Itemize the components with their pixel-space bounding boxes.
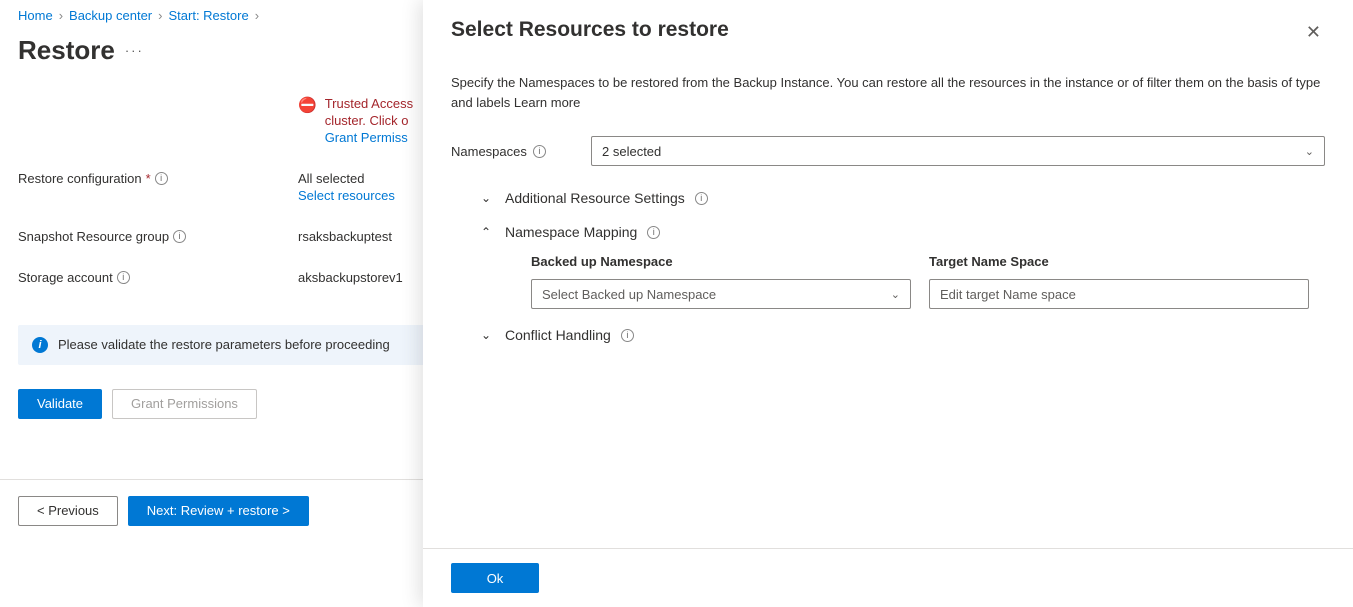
conflict-handling-label: Conflict Handling xyxy=(505,327,611,343)
backed-up-namespace-header: Backed up Namespace xyxy=(531,254,911,269)
snapshot-resource-group-value: rsaksbackuptest xyxy=(298,229,392,244)
namespaces-label: Namespaces xyxy=(451,144,527,159)
previous-button[interactable]: < Previous xyxy=(18,496,118,526)
storage-account-label: Storage account xyxy=(18,270,113,285)
error-text-1: Trusted Access xyxy=(325,96,413,111)
panel-description: Specify the Namespaces to be restored fr… xyxy=(451,73,1325,112)
conflict-handling-section[interactable]: ⌄ Conflict Handling i xyxy=(481,327,1325,343)
target-namespace-input[interactable] xyxy=(929,279,1309,309)
select-resources-panel: Select Resources to restore ✕ Specify th… xyxy=(423,0,1353,607)
restore-configuration-value: All selected xyxy=(298,171,364,186)
chevron-down-icon: ⌄ xyxy=(481,328,495,342)
breadcrumb-backup-center[interactable]: Backup center xyxy=(69,8,152,23)
ok-button[interactable]: Ok xyxy=(451,563,539,593)
grant-permissions-link[interactable]: Grant Permiss xyxy=(325,130,408,145)
chevron-down-icon: ⌄ xyxy=(891,288,900,301)
info-icon[interactable]: i xyxy=(533,145,546,158)
namespaces-dropdown[interactable]: 2 selected ⌄ xyxy=(591,136,1325,166)
close-icon[interactable]: ✕ xyxy=(1302,18,1325,47)
breadcrumb-start-restore[interactable]: Start: Restore xyxy=(168,8,248,23)
more-icon[interactable]: ··· xyxy=(125,43,144,58)
backed-up-namespace-placeholder: Select Backed up Namespace xyxy=(542,287,716,302)
next-review-restore-button[interactable]: Next: Review + restore > xyxy=(128,496,309,526)
chevron-up-icon: ⌃ xyxy=(481,225,495,239)
validate-banner-text: Please validate the restore parameters b… xyxy=(58,337,390,352)
error-text-2: cluster. Click o xyxy=(325,113,409,128)
target-namespace-header: Target Name Space xyxy=(929,254,1309,269)
chevron-down-icon: ⌄ xyxy=(481,191,495,205)
namespaces-dropdown-value: 2 selected xyxy=(602,144,661,159)
validate-button[interactable]: Validate xyxy=(18,389,102,419)
backed-up-namespace-dropdown[interactable]: Select Backed up Namespace ⌄ xyxy=(531,279,911,309)
panel-title: Select Resources to restore xyxy=(451,18,1302,42)
restore-configuration-label: Restore configuration xyxy=(18,171,142,186)
select-resources-link[interactable]: Select resources xyxy=(298,188,395,203)
snapshot-resource-group-label: Snapshot Resource group xyxy=(18,229,169,244)
breadcrumb-home[interactable]: Home xyxy=(18,8,53,23)
storage-account-value: aksbackupstorev1 xyxy=(298,270,403,285)
chevron-right-icon: › xyxy=(59,8,63,23)
info-icon: i xyxy=(32,337,48,353)
required-indicator: * xyxy=(146,171,151,186)
info-icon[interactable]: i xyxy=(173,230,186,243)
page-title: Restore xyxy=(18,35,115,66)
namespace-mapping-section[interactable]: ⌃ Namespace Mapping i xyxy=(481,224,1325,240)
info-icon[interactable]: i xyxy=(621,329,634,342)
chevron-right-icon: › xyxy=(158,8,162,23)
additional-resource-settings-section[interactable]: ⌄ Additional Resource Settings i xyxy=(481,190,1325,206)
chevron-down-icon: ⌄ xyxy=(1305,145,1314,158)
grant-permissions-button[interactable]: Grant Permissions xyxy=(112,389,257,419)
error-icon: ⛔ xyxy=(298,96,317,147)
info-icon[interactable]: i xyxy=(647,226,660,239)
additional-resource-settings-label: Additional Resource Settings xyxy=(505,190,685,206)
namespace-mapping-label: Namespace Mapping xyxy=(505,224,637,240)
chevron-right-icon: › xyxy=(255,8,259,23)
info-icon[interactable]: i xyxy=(117,271,130,284)
info-icon[interactable]: i xyxy=(155,172,168,185)
info-icon[interactable]: i xyxy=(695,192,708,205)
